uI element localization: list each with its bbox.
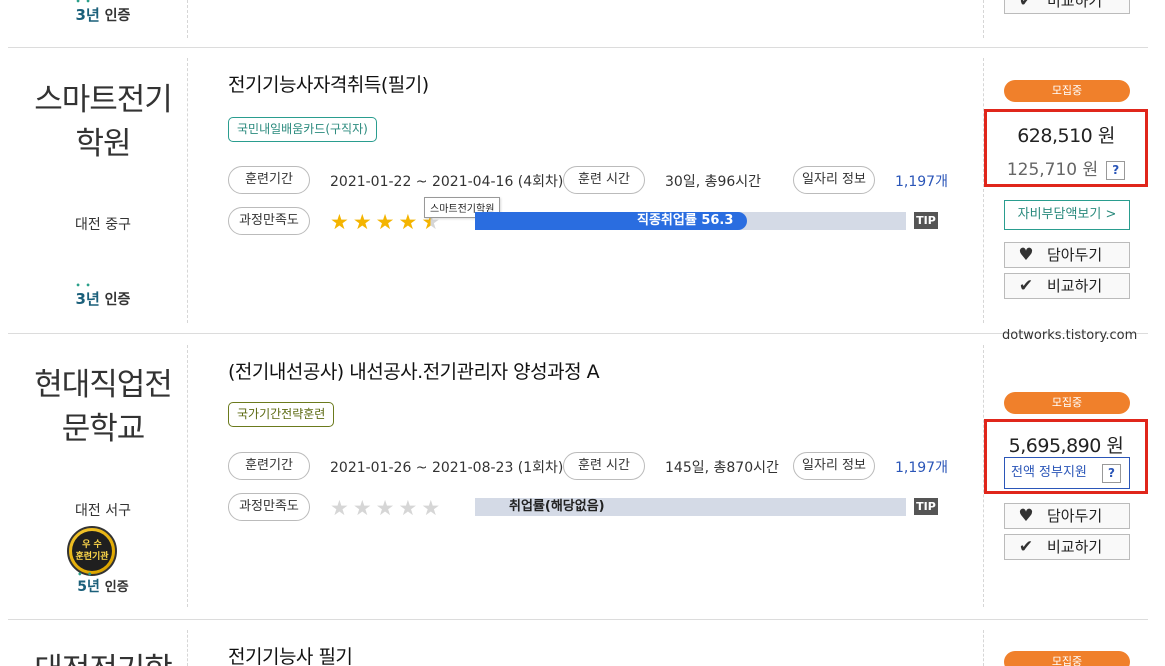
heart-icon: ♥ [1018, 245, 1034, 265]
period-label: 훈련기간 [228, 452, 310, 480]
course-tag: 국민내일배움카드(구직자) [228, 117, 377, 142]
employment-rate-bar: 직종취업률 56.3 [475, 212, 906, 230]
cert-suffix: 인증 [104, 580, 129, 595]
cert-year: 5년 [77, 579, 100, 595]
period-label: 훈련기간 [228, 166, 310, 194]
employment-rate-bar: 취업률(해당없음) [475, 498, 906, 516]
help-icon[interactable]: ? [1102, 464, 1121, 483]
institution-name[interactable]: 스마트전기 학원 [28, 78, 178, 166]
institution-region: 대전 중구 [75, 217, 131, 233]
star-icon: ★ [398, 496, 418, 520]
jobs-info-button[interactable]: 일자리 정보 [793, 452, 875, 480]
course-tag: 국가기간전략훈련 [228, 402, 335, 427]
row-divider [8, 619, 1148, 620]
hours-label: 훈련 시간 [563, 166, 645, 194]
gov-support-label: 전액 정부지원 [1011, 465, 1087, 480]
course-title[interactable]: 전기기능사자격취득(필기) [228, 70, 429, 97]
top-compare-button[interactable]: ✔ 비교하기 [1004, 0, 1130, 14]
star-icon: ★ [330, 210, 349, 234]
compare-button[interactable]: ✔ 비교하기 [1004, 273, 1130, 299]
institution-name[interactable]: 현대직업전 문학교 [28, 363, 178, 451]
watermark: dotworks.tistory.com [1002, 328, 1138, 343]
star-icon: ★ [330, 496, 349, 520]
star-icon: ★ [421, 496, 441, 520]
hours-label: 훈련 시간 [563, 452, 645, 480]
star-icon: ★ [352, 210, 372, 234]
excellent-institution-badge: 우 수 훈련기관 [67, 526, 117, 576]
hours-value: 30일, 총96시간 [665, 174, 762, 190]
price: 628,510 원 [1017, 125, 1115, 147]
compare-button[interactable]: ✔ 비교하기 [1004, 534, 1130, 560]
course-title[interactable]: (전기내선공사) 내선공사.전기관리자 양성과정 A [228, 357, 600, 384]
tip-button[interactable]: TIP [914, 498, 938, 515]
top-cert: 3년 인증 [28, 4, 178, 25]
star-icon: ★ [398, 210, 418, 234]
jobs-info-button[interactable]: 일자리 정보 [793, 166, 875, 194]
hours-value: 145일, 총870시간 [665, 460, 779, 476]
satisfaction-label: 과정만족도 [228, 493, 310, 521]
jobs-count-link[interactable]: 1,197개 [895, 457, 948, 477]
status-badge: 모집중 [1004, 80, 1130, 102]
course-title[interactable]: 전기기능사 필기 [228, 642, 353, 666]
save-button[interactable]: ♥ 담아두기 [1004, 503, 1130, 529]
price: 5,695,890 원 [1008, 435, 1124, 457]
gov-support-box: 전액 정부지원 ? [1004, 457, 1130, 489]
star-icon: ★ [375, 496, 395, 520]
period-value: 2021-01-22 ~ 2021-04-16 (4회차) [330, 174, 564, 190]
star-icon: ★ [375, 210, 395, 234]
cert-suffix: 인증 [104, 292, 131, 308]
jobs-count-link[interactable]: 1,197개 [895, 171, 948, 191]
help-icon[interactable]: ? [1106, 160, 1126, 180]
self-pay-button[interactable]: 자비부담액보기 > [1004, 200, 1130, 230]
row-divider [8, 333, 1148, 334]
cert-badge: 5년 인증 [28, 576, 178, 596]
check-icon: ✔ [1018, 276, 1034, 296]
employment-rate-label: 취업률(해당없음) [509, 499, 605, 514]
cert-year: 3년 [76, 6, 100, 24]
status-badge: 모집중 [1004, 392, 1130, 414]
period-value: 2021-01-26 ~ 2021-08-23 (1회차) [330, 460, 564, 476]
cert-badge: 3년 인증 [28, 288, 178, 309]
star-icon: ★ [352, 496, 372, 520]
self-pay-price: 125,710 원? [987, 155, 1145, 180]
row-divider [8, 47, 1148, 48]
check-icon: ✔ [1018, 537, 1034, 557]
tip-button[interactable]: TIP [914, 212, 938, 229]
check-icon: ✔ [1018, 0, 1034, 11]
institution-name[interactable]: 대전전기학 [28, 648, 178, 666]
heart-icon: ♥ [1018, 506, 1034, 526]
price-box: 628,510 원 125,710 원? [984, 109, 1148, 187]
cert-suffix: 인증 [104, 8, 131, 24]
satisfaction-label: 과정만족도 [228, 207, 310, 235]
employment-rate-label: 직종취업률 56.3 [637, 213, 734, 228]
status-badge: 모집중 [1004, 651, 1130, 666]
save-button[interactable]: ♥ 담아두기 [1004, 242, 1130, 268]
institution-region: 대전 서구 [75, 503, 131, 519]
rating-stars: ★ ★ ★ ★ ★ [330, 497, 440, 519]
cert-year: 3년 [76, 290, 100, 308]
